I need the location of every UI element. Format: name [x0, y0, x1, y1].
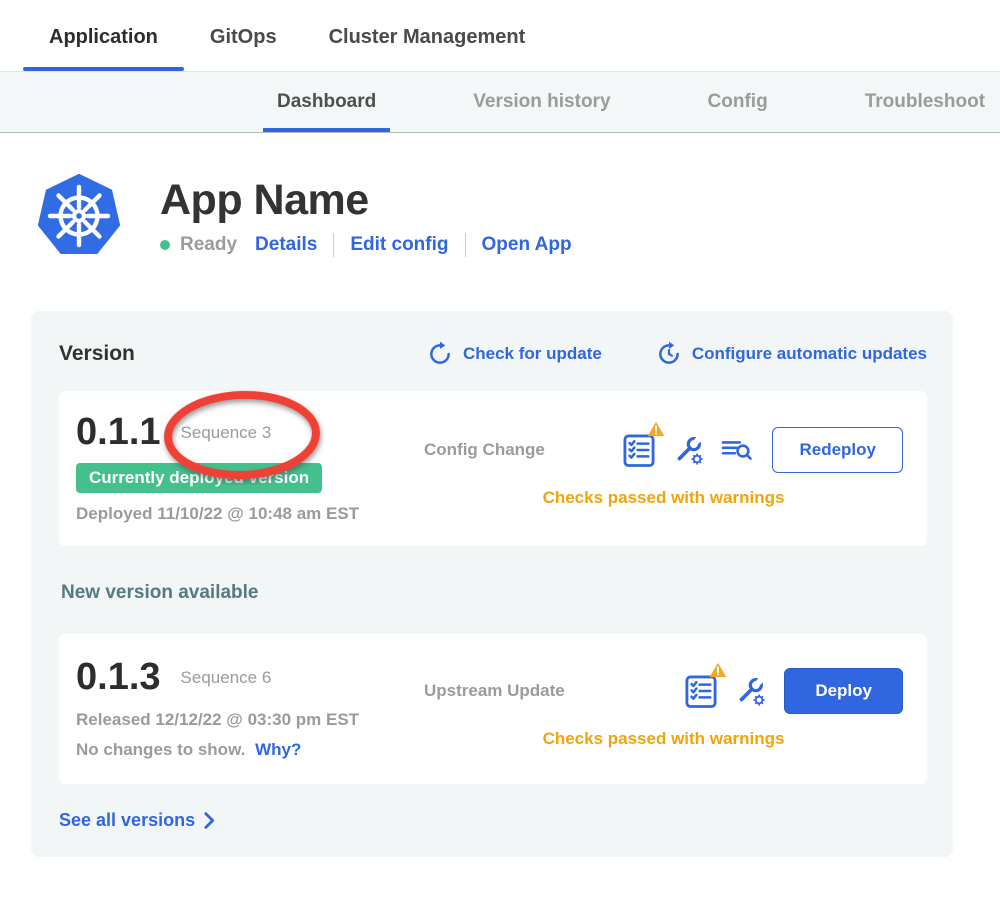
version-source-label: Config Change: [424, 440, 545, 460]
tab-cluster-management[interactable]: Cluster Management: [303, 0, 552, 71]
checks-status: Checks passed with warnings: [424, 488, 903, 508]
current-version-card: 0.1.1 Sequence 3 Currently deployed vers…: [59, 391, 927, 546]
preflight-checks-icon[interactable]: [684, 672, 718, 710]
why-link[interactable]: Why?: [255, 740, 301, 759]
status-dot: [160, 240, 170, 250]
available-version-card: 0.1.3 Sequence 6 Released 12/12/22 @ 03:…: [59, 634, 927, 784]
warning-icon: [647, 421, 665, 437]
tab-version-history[interactable]: Version history: [473, 72, 610, 132]
warning-icon: [709, 662, 727, 678]
tab-troubleshoot[interactable]: Troubleshoot: [865, 72, 985, 132]
tab-gitops[interactable]: GitOps: [184, 0, 303, 71]
config-edit-icon[interactable]: [672, 434, 704, 466]
tab-dashboard[interactable]: Dashboard: [277, 72, 376, 132]
auto-update-icon: [656, 341, 682, 367]
new-version-heading: New version available: [61, 582, 927, 604]
check-for-update-button[interactable]: Check for update: [427, 341, 602, 367]
see-all-versions-link[interactable]: See all versions: [59, 810, 215, 831]
configure-auto-updates-button[interactable]: Configure automatic updates: [656, 341, 927, 367]
redeploy-button[interactable]: Redeploy: [772, 427, 903, 473]
available-version-number: 0.1.3: [76, 656, 161, 700]
config-edit-icon[interactable]: [734, 675, 766, 707]
view-files-icon[interactable]: [720, 436, 754, 464]
checks-status: Checks passed with warnings: [424, 729, 903, 749]
primary-nav: Application GitOps Cluster Management: [0, 0, 1000, 71]
chevron-right-icon: [204, 812, 215, 829]
preflight-checks-icon[interactable]: [622, 431, 656, 469]
deploy-button[interactable]: Deploy: [784, 668, 903, 714]
see-all-versions-label: See all versions: [59, 810, 195, 831]
secondary-nav: Dashboard Version history Config Trouble…: [0, 71, 1000, 133]
divider: [465, 233, 466, 257]
current-version-number: 0.1.1: [76, 411, 161, 455]
released-timestamp: Released 12/12/22 @ 03:30 pm EST: [76, 710, 424, 730]
no-changes-text: No changes to show.: [76, 740, 245, 759]
kubernetes-logo: [35, 171, 123, 261]
details-link[interactable]: Details: [255, 234, 317, 256]
page-title: App Name: [160, 176, 572, 225]
divider: [333, 233, 334, 257]
tab-config[interactable]: Config: [708, 72, 768, 132]
check-for-update-label: Check for update: [463, 344, 602, 364]
deployed-timestamp: Deployed 11/10/22 @ 10:48 am EST: [76, 504, 424, 524]
current-sequence-label: Sequence 3: [181, 423, 272, 443]
version-panel: Version Check for update Configure autom…: [31, 311, 953, 857]
tab-application[interactable]: Application: [23, 0, 184, 71]
configure-auto-updates-label: Configure automatic updates: [692, 344, 927, 364]
status-label: Ready: [180, 234, 237, 256]
deployed-badge: Currently deployed version: [76, 463, 322, 493]
edit-config-link[interactable]: Edit config: [350, 234, 448, 256]
version-section-title: Version: [59, 342, 135, 366]
available-sequence-label: Sequence 6: [181, 668, 272, 688]
refresh-icon: [427, 341, 453, 367]
version-source-label: Upstream Update: [424, 681, 565, 701]
app-header: App Name Ready Details Edit config Open …: [0, 133, 1000, 261]
open-app-link[interactable]: Open App: [482, 234, 572, 256]
